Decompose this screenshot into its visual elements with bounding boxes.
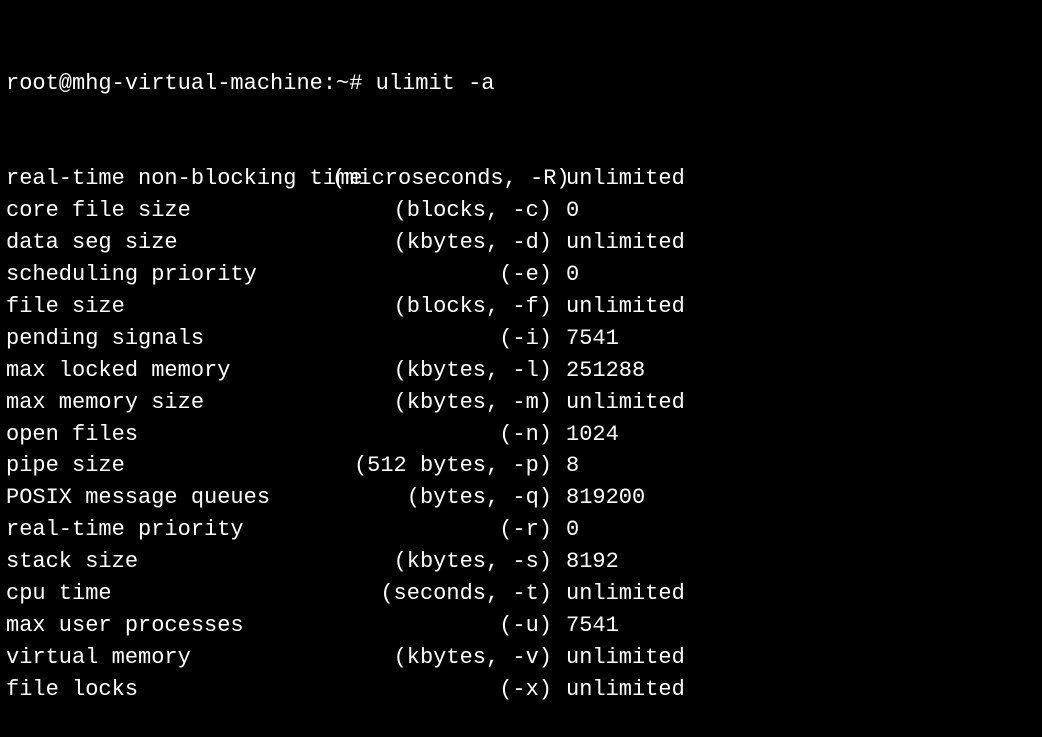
limit-value: 251288 [552, 355, 645, 387]
limit-name: max locked memory [6, 355, 332, 387]
limit-value: 8 [552, 450, 579, 482]
limit-row: cpu time(seconds, -t)unlimited [6, 578, 1036, 610]
limit-row: file size(blocks, -f)unlimited [6, 291, 1036, 323]
limit-value: 1024 [552, 419, 619, 451]
limit-row: scheduling priority(-e)0 [6, 259, 1036, 291]
limit-name: max memory size [6, 387, 332, 419]
limit-name: pending signals [6, 323, 332, 355]
limit-unit: (-x) [332, 674, 552, 706]
limit-name: open files [6, 419, 332, 451]
limit-name: max user processes [6, 610, 332, 642]
limit-unit: (kbytes, -m) [332, 387, 552, 419]
limit-value: 0 [552, 514, 579, 546]
limit-unit: (kbytes, -v) [332, 642, 552, 674]
limit-row: pipe size(512 bytes, -p)8 [6, 450, 1036, 482]
limit-name: real-time non-blocking time [6, 163, 332, 195]
limit-value: 819200 [552, 482, 645, 514]
limit-row: real-time priority(-r)0 [6, 514, 1036, 546]
limit-row: data seg size(kbytes, -d)unlimited [6, 227, 1036, 259]
limit-unit: (512 bytes, -p) [332, 450, 552, 482]
limit-value: unlimited [552, 642, 685, 674]
limit-name: pipe size [6, 450, 332, 482]
limit-unit: (bytes, -q) [332, 482, 552, 514]
limit-name: virtual memory [6, 642, 332, 674]
limit-value: unlimited [552, 163, 685, 195]
limit-row: real-time non-blocking time(microseconds… [6, 163, 1036, 195]
limit-unit: (blocks, -f) [332, 291, 552, 323]
limit-name: cpu time [6, 578, 332, 610]
limit-value: 0 [552, 259, 579, 291]
limit-value: unlimited [552, 674, 685, 706]
limit-name: file locks [6, 674, 332, 706]
limit-unit: (kbytes, -d) [332, 227, 552, 259]
limit-row: core file size(blocks, -c)0 [6, 195, 1036, 227]
limit-row: open files(-n)1024 [6, 419, 1036, 451]
limit-name: scheduling priority [6, 259, 332, 291]
limit-value: unlimited [552, 578, 685, 610]
prompt-line: root@mhg-virtual-machine:~# ulimit -a [6, 68, 1036, 100]
limit-unit: (-u) [332, 610, 552, 642]
limit-unit: (seconds, -t) [332, 578, 552, 610]
limit-row: max memory size(kbytes, -m)unlimited [6, 387, 1036, 419]
limit-value: 7541 [552, 610, 619, 642]
limit-unit: (-i) [332, 323, 552, 355]
shell-prompt: root@mhg-virtual-machine:~# [6, 71, 376, 96]
limit-value: unlimited [552, 291, 685, 323]
limit-name: core file size [6, 195, 332, 227]
limit-name: file size [6, 291, 332, 323]
limit-value: unlimited [552, 387, 685, 419]
limit-name: real-time priority [6, 514, 332, 546]
limit-name: POSIX message queues [6, 482, 332, 514]
limit-unit: (-n) [332, 419, 552, 451]
limit-row: max user processes(-u)7541 [6, 610, 1036, 642]
limit-row: pending signals(-i)7541 [6, 323, 1036, 355]
limit-name: stack size [6, 546, 332, 578]
limit-unit: (microseconds, -R) [332, 163, 552, 195]
limit-value: 7541 [552, 323, 619, 355]
limit-unit: (kbytes, -s) [332, 546, 552, 578]
limit-unit: (-r) [332, 514, 552, 546]
limit-unit: (kbytes, -l) [332, 355, 552, 387]
terminal-output[interactable]: root@mhg-virtual-machine:~# ulimit -a re… [6, 4, 1036, 737]
limit-row: max locked memory(kbytes, -l)251288 [6, 355, 1036, 387]
limit-name: data seg size [6, 227, 332, 259]
limit-row: POSIX message queues(bytes, -q)819200 [6, 482, 1036, 514]
limit-value: 0 [552, 195, 579, 227]
ulimit-output: real-time non-blocking time(microseconds… [6, 163, 1036, 705]
limit-value: 8192 [552, 546, 619, 578]
limit-row: file locks(-x)unlimited [6, 674, 1036, 706]
limit-unit: (-e) [332, 259, 552, 291]
limit-unit: (blocks, -c) [332, 195, 552, 227]
limit-value: unlimited [552, 227, 685, 259]
command-text: ulimit -a [376, 71, 495, 96]
limit-row: virtual memory(kbytes, -v)unlimited [6, 642, 1036, 674]
limit-row: stack size(kbytes, -s)8192 [6, 546, 1036, 578]
